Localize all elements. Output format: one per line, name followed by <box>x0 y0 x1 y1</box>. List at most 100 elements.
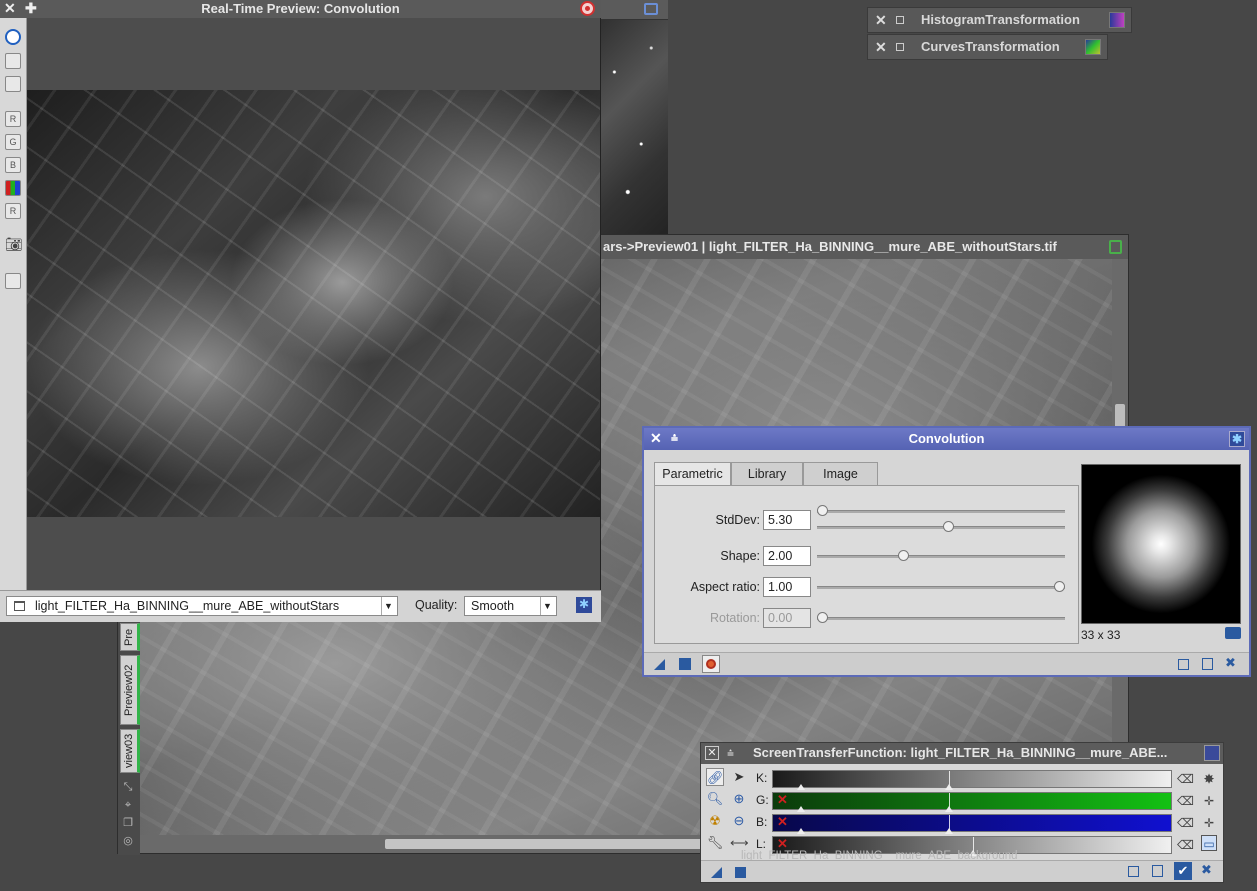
process-icon-curves[interactable]: ✕ CurvesTransformation <box>867 34 1108 60</box>
reset-channel-icon[interactable]: ⌫ <box>1177 815 1194 831</box>
new-instance-icon[interactable] <box>654 659 665 670</box>
stddev-input[interactable]: 5.30 <box>763 510 811 530</box>
chevron-down-icon[interactable]: ▼ <box>540 597 554 615</box>
minimize-icon[interactable] <box>896 43 904 51</box>
reset-icon[interactable]: ✱ <box>1229 431 1245 447</box>
apply-global-icon[interactable] <box>679 658 691 670</box>
close-icon[interactable]: ✕ <box>650 428 662 449</box>
shape-slider[interactable] <box>817 550 1065 561</box>
chevron-down-icon[interactable]: ▼ <box>381 597 395 615</box>
scrollbar-thumb[interactable] <box>385 839 745 849</box>
shade-icon[interactable]: ⩮ <box>727 743 734 763</box>
radiation-icon[interactable]: ☢ <box>706 812 724 830</box>
zoom-mode-icon[interactable] <box>5 53 21 69</box>
alpha-channel-icon[interactable]: R <box>5 203 21 219</box>
channel-label: G: <box>756 793 769 807</box>
maximize-icon[interactable] <box>1178 659 1189 670</box>
convolution-titlebar[interactable]: ✕ ⩮ Convolution ✱ <box>644 428 1249 450</box>
close-icon[interactable]: ✕ <box>875 8 887 32</box>
pan-mode-icon[interactable] <box>5 76 21 92</box>
target-icon[interactable]: ◎ <box>121 834 135 848</box>
histogram-icon <box>1109 12 1125 28</box>
channel-label: L: <box>756 837 767 851</box>
reset-icon[interactable]: ✖ <box>1225 655 1239 670</box>
tab-preview01[interactable]: Pre <box>120 623 140 651</box>
close-icon[interactable]: ✕ <box>875 35 887 59</box>
stf-titlebar[interactable]: ✕ ⩮ ScreenTransferFunction: light_FILTER… <box>701 743 1223 764</box>
stf-histogram-bar[interactable] <box>772 770 1172 790</box>
document-icon[interactable] <box>1202 658 1213 670</box>
reset-channel-icon[interactable]: ⌫ <box>1177 837 1194 853</box>
curves-icon <box>1085 39 1101 55</box>
zoom-icon[interactable]: 🔍︎ <box>706 790 724 808</box>
aspect-ratio-label: Aspect ratio: <box>690 580 760 594</box>
preview-image[interactable] <box>27 90 600 517</box>
apply-icon[interactable] <box>735 867 746 878</box>
tab-preview03[interactable]: view03 <box>120 729 140 773</box>
shape-input[interactable]: 2.00 <box>763 546 811 566</box>
tab-parametric[interactable]: Parametric <box>654 462 731 487</box>
process-icon-label: CurvesTransformation <box>921 39 1060 54</box>
realtime-preview-titlebar[interactable]: ✕ ✚ Real-Time Preview: Convolution <box>0 0 601 18</box>
slider-knob <box>817 612 828 623</box>
tab-library[interactable]: Library <box>731 462 803 486</box>
reset-icon[interactable]: ✖ <box>1201 862 1212 878</box>
stf-histogram-bar[interactable]: ✕ <box>772 792 1172 812</box>
reset-channel-icon[interactable]: ⌫ <box>1177 771 1194 787</box>
zoom-fit-icon[interactable]: ⌖ <box>121 798 135 812</box>
background-window-titlebar[interactable] <box>600 0 668 20</box>
tab-image[interactable]: Image <box>803 462 878 486</box>
slider-knob[interactable] <box>1054 581 1065 592</box>
stddev-coarse-slider[interactable] <box>817 505 1065 516</box>
parametric-panel: StdDev: 5.30 Shape: 2.00 Aspect ratio: 1… <box>654 485 1079 644</box>
document-icon[interactable] <box>1152 865 1163 877</box>
readout-mode-icon[interactable] <box>5 29 21 45</box>
slider-knob[interactable] <box>817 505 828 516</box>
process-icon-histogram[interactable]: ✕ HistogramTransformation <box>867 7 1132 33</box>
realtime-preview-button[interactable] <box>702 655 720 673</box>
crosshair-icon[interactable]: ✛ <box>1201 815 1217 831</box>
green-channel-icon[interactable]: G <box>5 134 21 150</box>
slider-knob[interactable] <box>897 550 909 561</box>
stf-row-b: ☢ ⊖ B: ✕ ⌫ ✛ <box>701 812 1223 834</box>
blue-channel-icon[interactable]: B <box>5 157 21 173</box>
pointer-icon[interactable]: ➤ <box>730 768 748 786</box>
camera-icon[interactable] <box>1225 627 1241 639</box>
wrench-icon[interactable]: 🔧︎ <box>706 834 724 852</box>
maximize-icon[interactable] <box>1128 866 1139 877</box>
fit-view-icon[interactable]: ⤡ <box>121 780 135 794</box>
rgb-channel-icon[interactable] <box>5 180 21 196</box>
red-channel-icon[interactable]: R <box>5 111 21 127</box>
reset-channel-icon[interactable]: ⌫ <box>1177 793 1194 809</box>
auto-stretch-icon[interactable]: ✸ <box>1201 771 1217 787</box>
disabled-x-icon: ✕ <box>777 814 788 829</box>
clone-view-icon[interactable]: ❐ <box>121 816 135 830</box>
close-icon[interactable]: ✕ <box>4 0 16 17</box>
aspect-ratio-input[interactable]: 1.00 <box>763 577 811 597</box>
crosshair-icon[interactable]: ✛ <box>1201 793 1217 809</box>
close-icon[interactable]: ✕ <box>705 746 719 760</box>
shape-label: Shape: <box>720 549 760 563</box>
link-icon[interactable]: 🔗︎ <box>706 768 724 786</box>
zoom-out-icon[interactable]: ⊖ <box>730 812 748 830</box>
plus-icon[interactable]: ✚ <box>25 0 37 17</box>
reset-icon[interactable]: ✱ <box>576 597 592 613</box>
new-instance-icon[interactable] <box>711 867 722 878</box>
aspect-ratio-slider[interactable] <box>817 581 1065 592</box>
camera-icon[interactable]: 📷︎ <box>5 237 23 253</box>
monitor-icon[interactable]: ▭ <box>1201 835 1217 851</box>
quality-select[interactable]: Smooth ▼ <box>464 596 557 616</box>
new-window-icon[interactable] <box>5 273 21 289</box>
rotation-slider <box>817 612 1065 623</box>
stddev-fine-slider[interactable] <box>817 521 1065 532</box>
checkmark-icon[interactable]: ✔ <box>1174 862 1192 880</box>
zoom-in-icon[interactable]: ⊕ <box>730 790 748 808</box>
stf-histogram-bar[interactable]: ✕ <box>772 814 1172 834</box>
tab-preview02[interactable]: Preview02 <box>120 655 140 725</box>
record-icon[interactable] <box>580 1 595 16</box>
slider-knob[interactable] <box>942 521 954 532</box>
target-view-select[interactable]: light_FILTER_Ha_BINNING__mure_ABE_withou… <box>6 596 398 616</box>
shade-icon[interactable]: ⩮ <box>671 428 678 449</box>
dialog-bottom-bar: ✖ <box>644 652 1249 675</box>
minimize-icon[interactable] <box>896 16 904 24</box>
